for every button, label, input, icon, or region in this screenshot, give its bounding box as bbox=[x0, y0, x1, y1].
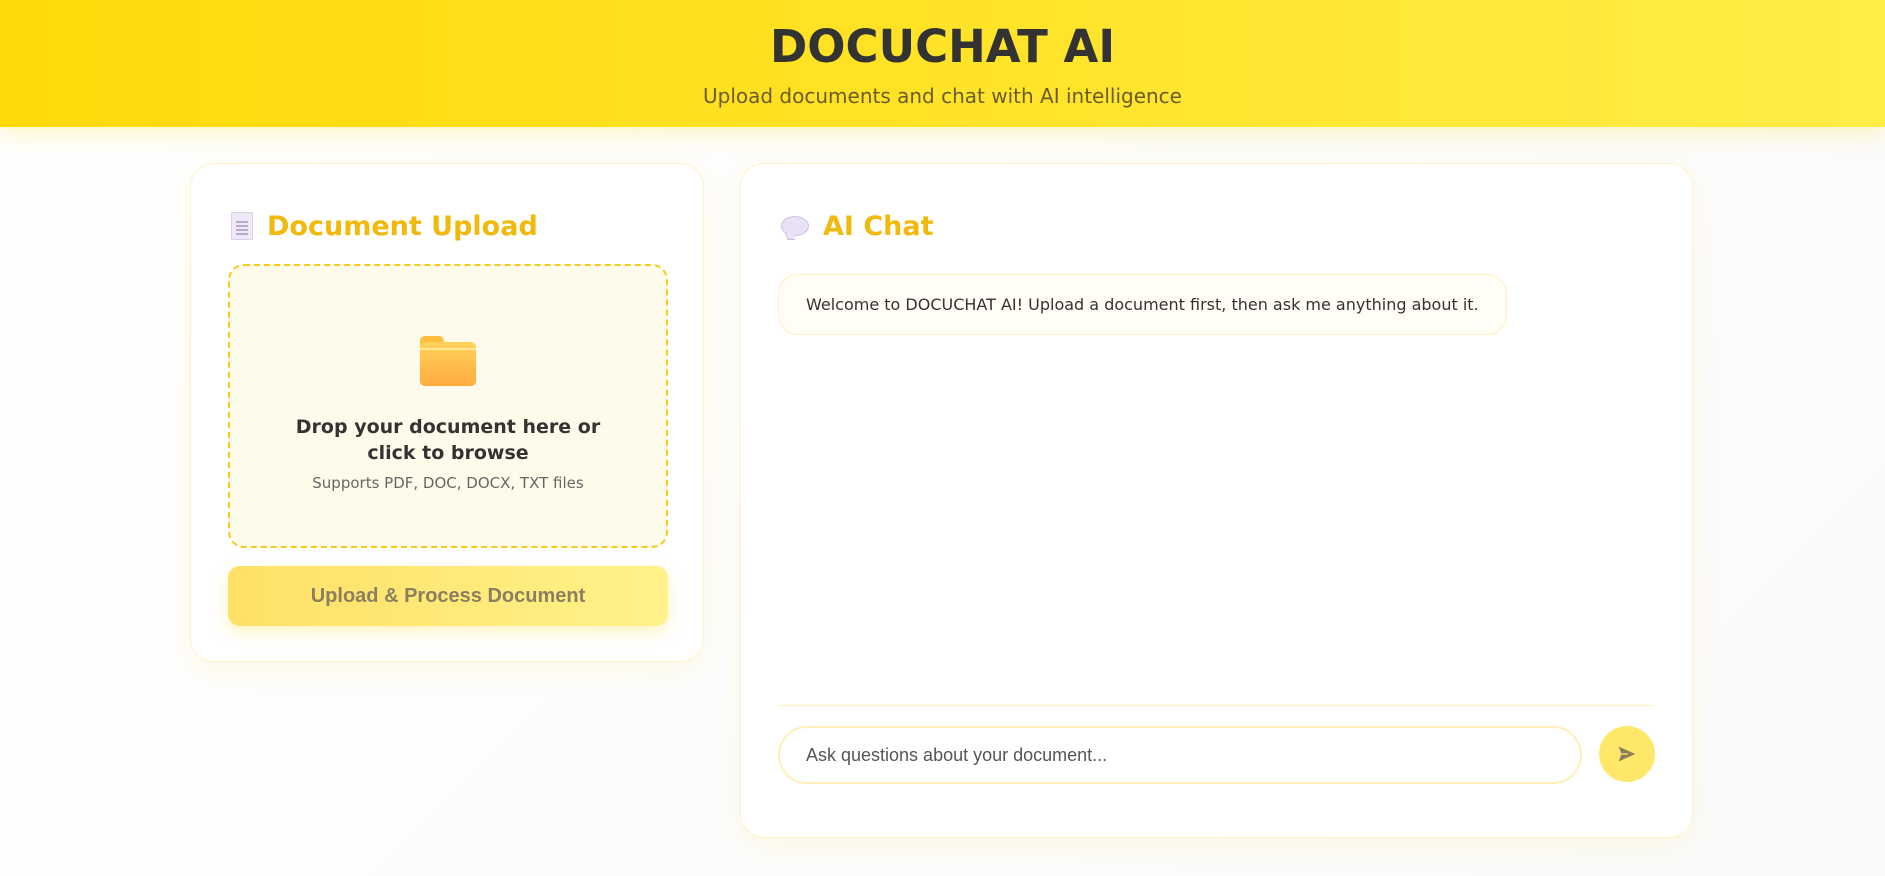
file-dropzone[interactable]: Drop your document here or click to brow… bbox=[228, 264, 668, 548]
chat-panel-header: AI Chat bbox=[781, 208, 934, 244]
upload-panel-header: Document Upload bbox=[231, 208, 538, 244]
dropzone-title: Drop your document here or click to brow… bbox=[295, 416, 601, 464]
dropzone-subtitle: Supports PDF, DOC, DOCX, TXT files bbox=[312, 474, 584, 492]
upload-process-button[interactable]: Upload & Process Document bbox=[228, 566, 668, 626]
upload-panel: Document Upload Drop your document here … bbox=[190, 163, 704, 662]
chat-input[interactable] bbox=[778, 726, 1582, 784]
chat-messages: Welcome to DOCUCHAT AI! Upload a documen… bbox=[778, 274, 1654, 694]
app-subtitle: Upload documents and chat with AI intell… bbox=[703, 84, 1182, 108]
app-title: DOCUCHAT AI bbox=[769, 20, 1116, 73]
folder-icon bbox=[420, 336, 476, 386]
chat-divider bbox=[778, 705, 1654, 706]
send-button[interactable] bbox=[1599, 726, 1655, 782]
upload-panel-title: Document Upload bbox=[267, 210, 538, 242]
app-header: DOCUCHAT AI Upload documents and chat wi… bbox=[0, 0, 1885, 127]
document-icon bbox=[231, 212, 253, 240]
send-arrow-icon bbox=[1618, 746, 1636, 762]
chat-panel: AI Chat Welcome to DOCUCHAT AI! Upload a… bbox=[740, 163, 1693, 838]
speech-bubble-icon bbox=[781, 216, 809, 236]
assistant-message: Welcome to DOCUCHAT AI! Upload a documen… bbox=[778, 274, 1507, 335]
chat-panel-title: AI Chat bbox=[823, 210, 934, 242]
